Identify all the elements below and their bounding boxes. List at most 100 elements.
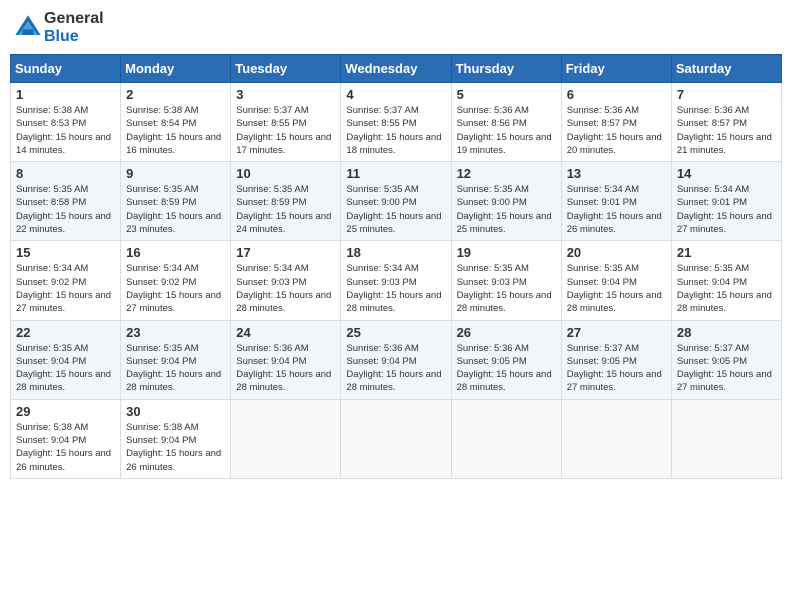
day-info: Sunrise: 5:36 AM Sunset: 8:56 PM Dayligh… — [457, 104, 556, 157]
day-number: 19 — [457, 245, 556, 260]
calendar-cell: 14 Sunrise: 5:34 AM Sunset: 9:01 PM Dayl… — [671, 162, 781, 241]
day-info: Sunrise: 5:35 AM Sunset: 9:04 PM Dayligh… — [126, 342, 225, 395]
calendar-cell: 1 Sunrise: 5:38 AM Sunset: 8:53 PM Dayli… — [11, 83, 121, 162]
sunset-text: Sunset: 9:04 PM — [16, 435, 86, 446]
sunrise-text: Sunrise: 5:36 AM — [457, 343, 529, 354]
calendar-cell — [561, 399, 671, 478]
day-number: 24 — [236, 325, 335, 340]
calendar-cell: 19 Sunrise: 5:35 AM Sunset: 9:03 PM Dayl… — [451, 241, 561, 320]
logo-general-text: General — [44, 10, 104, 27]
calendar-cell: 22 Sunrise: 5:35 AM Sunset: 9:04 PM Dayl… — [11, 320, 121, 399]
calendar-cell: 30 Sunrise: 5:38 AM Sunset: 9:04 PM Dayl… — [121, 399, 231, 478]
day-info: Sunrise: 5:36 AM Sunset: 8:57 PM Dayligh… — [677, 104, 776, 157]
calendar-cell: 12 Sunrise: 5:35 AM Sunset: 9:00 PM Dayl… — [451, 162, 561, 241]
calendar-cell: 8 Sunrise: 5:35 AM Sunset: 8:58 PM Dayli… — [11, 162, 121, 241]
sunrise-text: Sunrise: 5:34 AM — [16, 263, 88, 274]
sunrise-text: Sunrise: 5:34 AM — [236, 263, 308, 274]
sunrise-text: Sunrise: 5:36 AM — [236, 343, 308, 354]
sunrise-text: Sunrise: 5:38 AM — [126, 105, 198, 116]
day-info: Sunrise: 5:36 AM Sunset: 9:04 PM Dayligh… — [346, 342, 445, 395]
day-number: 30 — [126, 404, 225, 419]
day-number: 29 — [16, 404, 115, 419]
calendar-week-5: 29 Sunrise: 5:38 AM Sunset: 9:04 PM Dayl… — [11, 399, 782, 478]
day-info: Sunrise: 5:38 AM Sunset: 8:54 PM Dayligh… — [126, 104, 225, 157]
sunset-text: Sunset: 8:57 PM — [677, 118, 747, 129]
calendar-week-4: 22 Sunrise: 5:35 AM Sunset: 9:04 PM Dayl… — [11, 320, 782, 399]
sunrise-text: Sunrise: 5:35 AM — [457, 263, 529, 274]
sunset-text: Sunset: 9:04 PM — [126, 356, 196, 367]
calendar-cell — [341, 399, 451, 478]
sunrise-text: Sunrise: 5:38 AM — [16, 422, 88, 433]
day-info: Sunrise: 5:35 AM Sunset: 9:03 PM Dayligh… — [457, 262, 556, 315]
day-info: Sunrise: 5:35 AM Sunset: 9:04 PM Dayligh… — [16, 342, 115, 395]
day-number: 7 — [677, 87, 776, 102]
daylight-text: Daylight: 15 hours and 28 minutes. — [236, 369, 331, 393]
daylight-text: Daylight: 15 hours and 28 minutes. — [346, 290, 441, 314]
day-number: 1 — [16, 87, 115, 102]
calendar-cell: 20 Sunrise: 5:35 AM Sunset: 9:04 PM Dayl… — [561, 241, 671, 320]
calendar-cell: 26 Sunrise: 5:36 AM Sunset: 9:05 PM Dayl… — [451, 320, 561, 399]
daylight-text: Daylight: 15 hours and 27 minutes. — [567, 369, 662, 393]
daylight-text: Daylight: 15 hours and 28 minutes. — [346, 369, 441, 393]
daylight-text: Daylight: 15 hours and 14 minutes. — [16, 132, 111, 156]
sunrise-text: Sunrise: 5:35 AM — [16, 343, 88, 354]
calendar-cell: 18 Sunrise: 5:34 AM Sunset: 9:03 PM Dayl… — [341, 241, 451, 320]
day-number: 20 — [567, 245, 666, 260]
day-info: Sunrise: 5:34 AM Sunset: 9:01 PM Dayligh… — [567, 183, 666, 236]
day-info: Sunrise: 5:34 AM Sunset: 9:03 PM Dayligh… — [236, 262, 335, 315]
page-header: General Blue — [10, 10, 782, 46]
daylight-text: Daylight: 15 hours and 20 minutes. — [567, 132, 662, 156]
sunset-text: Sunset: 9:05 PM — [567, 356, 637, 367]
calendar-cell: 7 Sunrise: 5:36 AM Sunset: 8:57 PM Dayli… — [671, 83, 781, 162]
calendar-week-2: 8 Sunrise: 5:35 AM Sunset: 8:58 PM Dayli… — [11, 162, 782, 241]
day-number: 6 — [567, 87, 666, 102]
sunset-text: Sunset: 9:04 PM — [567, 277, 637, 288]
daylight-text: Daylight: 15 hours and 25 minutes. — [346, 211, 441, 235]
day-number: 23 — [126, 325, 225, 340]
day-number: 5 — [457, 87, 556, 102]
day-number: 17 — [236, 245, 335, 260]
sunrise-text: Sunrise: 5:35 AM — [16, 184, 88, 195]
calendar-cell: 28 Sunrise: 5:37 AM Sunset: 9:05 PM Dayl… — [671, 320, 781, 399]
calendar-cell: 10 Sunrise: 5:35 AM Sunset: 8:59 PM Dayl… — [231, 162, 341, 241]
sunrise-text: Sunrise: 5:34 AM — [126, 263, 198, 274]
day-info: Sunrise: 5:34 AM Sunset: 9:02 PM Dayligh… — [16, 262, 115, 315]
daylight-text: Daylight: 15 hours and 28 minutes. — [457, 290, 552, 314]
day-number: 14 — [677, 166, 776, 181]
sunset-text: Sunset: 8:59 PM — [236, 197, 306, 208]
day-number: 18 — [346, 245, 445, 260]
sunset-text: Sunset: 9:04 PM — [126, 435, 196, 446]
calendar-cell: 6 Sunrise: 5:36 AM Sunset: 8:57 PM Dayli… — [561, 83, 671, 162]
sunset-text: Sunset: 9:02 PM — [126, 277, 196, 288]
day-number: 25 — [346, 325, 445, 340]
sunset-text: Sunset: 9:05 PM — [457, 356, 527, 367]
daylight-text: Daylight: 15 hours and 18 minutes. — [346, 132, 441, 156]
calendar-cell: 4 Sunrise: 5:37 AM Sunset: 8:55 PM Dayli… — [341, 83, 451, 162]
day-number: 21 — [677, 245, 776, 260]
daylight-text: Daylight: 15 hours and 28 minutes. — [16, 369, 111, 393]
sunset-text: Sunset: 8:59 PM — [126, 197, 196, 208]
sunrise-text: Sunrise: 5:35 AM — [236, 184, 308, 195]
calendar-cell: 9 Sunrise: 5:35 AM Sunset: 8:59 PM Dayli… — [121, 162, 231, 241]
sunrise-text: Sunrise: 5:35 AM — [126, 343, 198, 354]
sunrise-text: Sunrise: 5:35 AM — [567, 263, 639, 274]
logo-blue-text: Blue — [44, 28, 79, 45]
sunrise-text: Sunrise: 5:38 AM — [126, 422, 198, 433]
logo-icon — [14, 14, 42, 42]
day-info: Sunrise: 5:36 AM Sunset: 9:05 PM Dayligh… — [457, 342, 556, 395]
day-info: Sunrise: 5:35 AM Sunset: 8:59 PM Dayligh… — [236, 183, 335, 236]
day-info: Sunrise: 5:37 AM Sunset: 8:55 PM Dayligh… — [236, 104, 335, 157]
day-info: Sunrise: 5:35 AM Sunset: 8:59 PM Dayligh… — [126, 183, 225, 236]
daylight-text: Daylight: 15 hours and 26 minutes. — [126, 448, 221, 472]
calendar-cell: 24 Sunrise: 5:36 AM Sunset: 9:04 PM Dayl… — [231, 320, 341, 399]
sunset-text: Sunset: 9:03 PM — [236, 277, 306, 288]
daylight-text: Daylight: 15 hours and 27 minutes. — [677, 211, 772, 235]
daylight-text: Daylight: 15 hours and 27 minutes. — [126, 290, 221, 314]
day-number: 26 — [457, 325, 556, 340]
day-number: 27 — [567, 325, 666, 340]
sunset-text: Sunset: 9:01 PM — [567, 197, 637, 208]
day-info: Sunrise: 5:38 AM Sunset: 8:53 PM Dayligh… — [16, 104, 115, 157]
day-number: 3 — [236, 87, 335, 102]
sunset-text: Sunset: 9:00 PM — [346, 197, 416, 208]
sunrise-text: Sunrise: 5:36 AM — [567, 105, 639, 116]
